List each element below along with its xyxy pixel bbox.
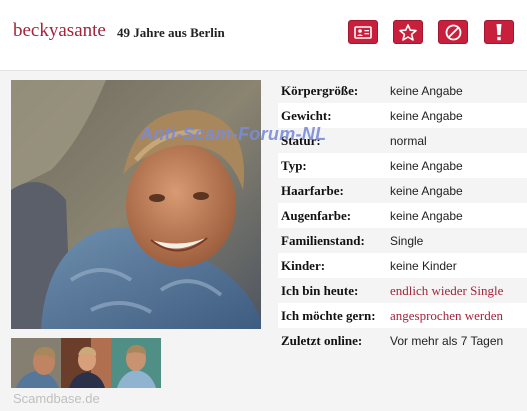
report-user-button[interactable]	[484, 20, 514, 44]
report-icon	[496, 24, 502, 41]
detail-row-eye-color: Augenfarbe: keine Angabe	[278, 203, 527, 228]
detail-value: angesprochen werden	[390, 307, 503, 323]
detail-label: Typ:	[281, 157, 307, 173]
detail-value: keine Angabe	[390, 208, 463, 223]
main-profile-photo[interactable]	[11, 80, 261, 329]
detail-label: Kinder:	[281, 257, 326, 273]
detail-value: keine Angabe	[390, 108, 463, 123]
username[interactable]: beckyasante	[13, 20, 106, 42]
detail-row-wish: Ich möchte gern: angesprochen werden	[278, 303, 527, 328]
detail-label: Familienstand:	[281, 232, 365, 248]
detail-label: Körpergröße:	[281, 82, 359, 98]
thumbnail-1[interactable]	[11, 338, 61, 388]
detail-value: Single	[390, 233, 424, 248]
profile-content: Körpergröße: keine Angabe Gewicht: keine…	[0, 71, 527, 411]
detail-row-height: Körpergröße: keine Angabe	[278, 78, 527, 103]
profile-header: beckyasante 49 Jahre aus Berlin	[0, 0, 527, 71]
detail-row-today: Ich bin heute: endlich wieder Single	[278, 278, 527, 303]
detail-row-children: Kinder: keine Kinder	[278, 253, 527, 278]
detail-label: Ich möchte gern:	[281, 307, 376, 323]
detail-row-last-online: Zuletzt online: Vor mehr als 7 Tagen	[278, 328, 527, 353]
detail-value: Vor mehr als 7 Tagen	[390, 333, 504, 348]
watermark-text: Anti-Scam-Forum-NL	[140, 124, 327, 144]
detail-row-type: Typ: keine Angabe	[278, 153, 527, 178]
thumbnail-2[interactable]	[61, 338, 111, 388]
star-icon	[399, 23, 417, 41]
detail-value: normal	[390, 133, 427, 148]
detail-value: keine Kinder	[390, 258, 457, 273]
detail-row-hair-color: Haarfarbe: keine Angabe	[278, 178, 527, 203]
detail-label: Gewicht:	[281, 107, 332, 123]
detail-value: endlich wieder Single	[390, 282, 504, 298]
detail-value: keine Angabe	[390, 183, 463, 198]
detail-label: Augenfarbe:	[281, 207, 352, 223]
user-age-location: 49 Jahre aus Berlin	[117, 25, 225, 40]
detail-value: keine Angabe	[390, 158, 463, 173]
detail-row-marital-status: Familienstand: Single	[278, 228, 527, 253]
photo-thumbnails	[11, 338, 161, 388]
favorite-button[interactable]	[393, 20, 423, 44]
block-user-button[interactable]	[438, 20, 468, 44]
profile-details-table: Körpergröße: keine Angabe Gewicht: keine…	[278, 78, 527, 353]
footer-watermark: Scamdbase.de	[13, 391, 100, 406]
thumbnail-3[interactable]	[111, 338, 161, 388]
detail-label: Haarfarbe:	[281, 182, 344, 198]
detail-label: Zuletzt online:	[281, 332, 363, 348]
id-card-icon	[354, 25, 372, 39]
detail-value: keine Angabe	[390, 83, 463, 98]
block-icon	[445, 24, 461, 40]
detail-label: Ich bin heute:	[281, 282, 359, 298]
contact-card-button[interactable]	[348, 20, 378, 44]
